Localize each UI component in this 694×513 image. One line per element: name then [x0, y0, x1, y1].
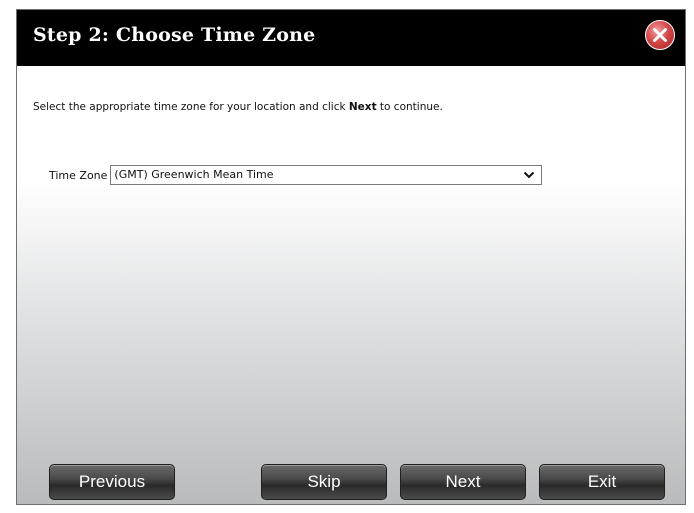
- previous-button[interactable]: Previous: [49, 464, 175, 500]
- time-zone-select[interactable]: (GMT) Greenwich Mean Time: [110, 165, 543, 185]
- instruction-text: Select the appropriate time zone for you…: [33, 101, 443, 113]
- chevron-down-icon: [524, 171, 535, 179]
- close-icon: [653, 28, 667, 42]
- title-bar: Step 2: Choose Time Zone: [17, 10, 685, 66]
- instruction-text-start: Select the appropriate time zone for you…: [33, 101, 349, 113]
- close-button[interactable]: [645, 20, 675, 50]
- time-zone-selected-value: (GMT) Greenwich Mean Time: [114, 168, 274, 181]
- dialog-title: Step 2: Choose Time Zone: [33, 24, 316, 46]
- exit-button[interactable]: Exit: [539, 464, 665, 500]
- instruction-text-end: to continue.: [376, 101, 443, 113]
- next-button[interactable]: Next: [400, 464, 526, 500]
- time-zone-row: Time Zone (GMT) Greenwich Mean Time: [49, 165, 543, 185]
- time-zone-label: Time Zone: [49, 168, 108, 182]
- setup-wizard-dialog: Step 2: Choose Time Zone Select the appr…: [16, 9, 686, 505]
- instruction-text-next: Next: [348, 101, 377, 113]
- skip-button[interactable]: Skip: [261, 464, 387, 500]
